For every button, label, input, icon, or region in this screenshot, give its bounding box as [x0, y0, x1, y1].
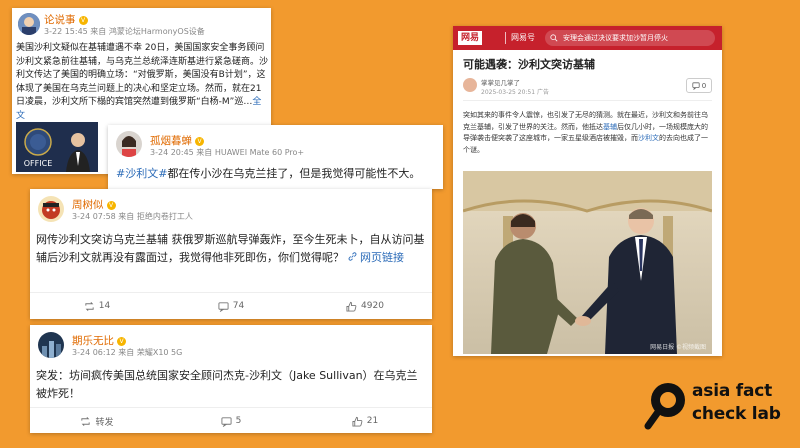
avatar[interactable]	[116, 131, 142, 157]
post-body: 都在传小沙在乌克兰挂了，但是我觉得可能性不大。	[167, 167, 421, 180]
link-icon	[348, 252, 356, 261]
comment-icon	[221, 416, 232, 427]
article-header-bar: 网易 网易号 安理会通过决议要求加沙暂月停火	[453, 26, 722, 50]
post-text: #沙利文#都在传小沙在乌克兰挂了，但是我觉得可能性不大。	[116, 166, 420, 181]
keyword-link-sullivan[interactable]: 沙利文	[638, 134, 659, 142]
repost-button[interactable]: 转发	[30, 408, 164, 433]
username[interactable]: 周树似 V	[72, 197, 116, 212]
weibo-post-card: 期乐无比 V 3-24 06:12 来自 荣耀X10 5G 突发：坊间疯传美国总统…	[30, 325, 432, 433]
photo-watermark: 网易日报 ©视频截图	[650, 344, 706, 351]
like-button[interactable]: 4920	[298, 293, 432, 319]
search-icon	[550, 34, 558, 42]
article-title: 可能遇袭：沙利文突访基辅	[463, 58, 595, 71]
avatar[interactable]	[38, 196, 64, 222]
seal-text: OFFICE	[24, 159, 53, 168]
post-meta: 3-24 20:45 来自 HUAWEI Mate 60 Pro+	[150, 148, 305, 157]
comment-icon	[692, 81, 700, 90]
comment-button[interactable]: 5	[164, 408, 298, 433]
weibo-post-card: 周树似 V 3-24 07:58 来自 拒绝内卷打工人 网传沙利文突访乌克兰基辅 …	[30, 189, 432, 319]
post-text: 网传沙利文突访乌克兰基辅 获俄罗斯巡航导弹轰炸，至今生死未卜，自从访问基辅后沙利…	[36, 231, 428, 267]
web-link[interactable]: 网页链接	[348, 251, 404, 264]
post-text: 美国沙利文疑似在基辅遭遇不幸 20日，美国国家安全事务顾问沙利文紧急前往基辅，与…	[16, 42, 268, 124]
keyword-link-kyiv[interactable]: 基辅	[603, 123, 617, 131]
post-meta: 3-22 15:45 来自 鸿蒙论坛HarmonyOS设备	[44, 27, 205, 36]
article-photo[interactable]: 网易日报 ©视频截图	[463, 171, 712, 354]
verified-badge-icon: V	[117, 336, 126, 346]
thumbs-up-icon	[352, 416, 363, 427]
channel-label[interactable]: 网易号	[511, 32, 535, 43]
like-button[interactable]: 21	[298, 408, 432, 433]
divider	[463, 100, 712, 101]
search-bar[interactable]: 安理会通过决议要求加沙暂月停火	[545, 30, 715, 46]
verified-badge-icon: V	[78, 15, 88, 25]
username[interactable]: 孤烟暮蝉 V	[150, 133, 204, 148]
magnifier-logo-icon	[644, 383, 685, 430]
avatar[interactable]	[38, 332, 64, 358]
post-meta: 3-24 06:12 来自 荣耀X10 5G	[72, 348, 183, 357]
comment-icon	[218, 301, 229, 312]
avatar[interactable]	[18, 13, 40, 35]
weibo-post-card: 孤烟暮蝉 V 3-24 20:45 来自 HUAWEI Mate 60 Pro+ …	[108, 125, 443, 189]
action-bar: 14 74 4920	[30, 292, 432, 319]
post-text: 突发：坊间疯传美国总统国家安全顾问杰克-沙利文（Jake Sullivan）在乌…	[36, 369, 418, 400]
thumbs-up-icon	[346, 301, 357, 312]
post-meta: 3-24 07:58 来自 拒绝内卷打工人	[72, 212, 193, 221]
username[interactable]: 论说事 V	[44, 12, 88, 27]
article-body: 突如其来的事件令人震惊，也引发了无尽的猜测。就在最近，沙利文和务前往乌克兰基辅，…	[463, 111, 708, 154]
verified-badge-icon: V	[106, 200, 116, 210]
post-image[interactable]: OFFICE	[16, 122, 98, 172]
verified-badge-icon: V	[195, 136, 204, 146]
brand-line-1: asia fact	[692, 381, 773, 401]
article-date: 2025-03-25 20:51 广告	[481, 89, 549, 96]
hashtag-link[interactable]: #沙利文#	[116, 167, 167, 180]
repost-icon	[85, 301, 94, 311]
post-body: 美国沙利文疑似在基辅遭遇不幸 20日，美国国家安全事务顾问沙利文紧急前往基辅，与…	[16, 43, 269, 108]
netease-article-card: 网易 网易号 安理会通过决议要求加沙暂月停火 可能遇袭：沙利文突访基辅 掌掌见几…	[453, 26, 722, 356]
action-bar: 转发 5 21	[30, 407, 432, 433]
repost-button[interactable]: 14	[30, 293, 164, 319]
netease-logo[interactable]: 网易	[458, 31, 483, 45]
header-divider	[505, 32, 506, 44]
asia-fact-check-lab-logo: asia fact check lab	[644, 378, 794, 438]
search-placeholder: 安理会通过决议要求加沙暂月停火	[563, 34, 668, 42]
username[interactable]: 期乐无比 V	[72, 333, 126, 348]
brand-line-2: check lab	[692, 404, 781, 424]
repost-icon	[81, 416, 91, 426]
comment-button[interactable]: 74	[164, 293, 298, 319]
article-author[interactable]: 掌掌见几掌了	[481, 77, 520, 87]
comment-count-button[interactable]: 0	[686, 78, 712, 93]
author-avatar[interactable]	[463, 78, 477, 92]
